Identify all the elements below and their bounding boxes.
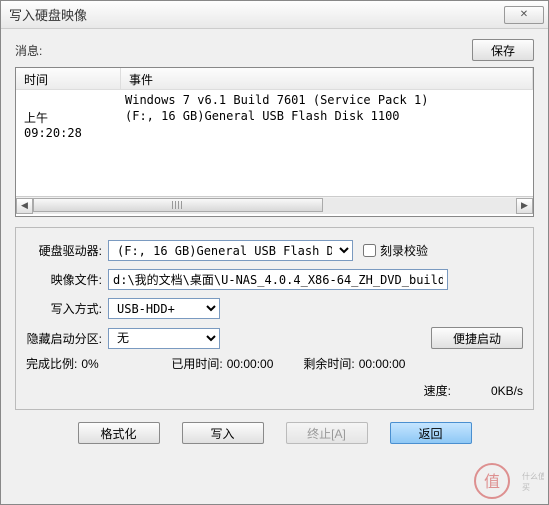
verify-label: 刻录校验 bbox=[380, 242, 428, 259]
drive-label: 硬盘驱动器: bbox=[26, 242, 108, 259]
return-button[interactable]: 返回 bbox=[390, 422, 472, 444]
abort-button[interactable]: 终止[A] bbox=[286, 422, 368, 444]
log-cell-time bbox=[16, 92, 121, 108]
log-cell-time: 上午 09:20:28 bbox=[16, 108, 121, 141]
speed-label: 速度: bbox=[424, 382, 451, 399]
log-row: 上午 09:20:28 (F:, 16 GB)General USB Flash… bbox=[16, 108, 533, 141]
image-path-input[interactable] bbox=[108, 269, 448, 290]
close-icon: ✕ bbox=[520, 9, 528, 20]
format-button[interactable]: 格式化 bbox=[78, 422, 160, 444]
progress-label: 完成比例: bbox=[26, 355, 77, 372]
write-method-select[interactable]: USB-HDD+ bbox=[108, 298, 220, 319]
scroll-left-arrow-icon[interactable]: ◀ bbox=[16, 198, 33, 214]
hide-partition-select[interactable]: 无 bbox=[108, 328, 220, 349]
horizontal-scrollbar[interactable]: ◀ ▶ bbox=[16, 196, 533, 214]
verify-checkbox[interactable] bbox=[363, 244, 376, 257]
svg-text:值: 值 bbox=[484, 473, 500, 491]
method-label: 写入方式: bbox=[26, 300, 108, 317]
remaining-label: 剩余时间: bbox=[303, 355, 354, 372]
svg-text:什么值得: 什么值得 bbox=[522, 471, 544, 481]
titlebar: 写入硬盘映像 ✕ bbox=[1, 1, 548, 29]
status-row: 完成比例: 0% 已用时间: 00:00:00 剩余时间: 00:00:00 bbox=[26, 355, 523, 372]
speed-value: 0KB/s bbox=[491, 384, 523, 398]
watermark-icon: 值 什么值得 买 bbox=[474, 462, 544, 500]
scroll-track[interactable] bbox=[33, 198, 516, 214]
speed-row: 速度: 0KB/s bbox=[26, 382, 523, 399]
dialog-window: 写入硬盘映像 ✕ 消息: 保存 时间 事件 Windows 7 v6.1 Bui… bbox=[0, 0, 549, 505]
method-row: 写入方式: USB-HDD+ bbox=[26, 298, 523, 319]
dialog-body: 消息: 保存 时间 事件 Windows 7 v6.1 Build 7601 (… bbox=[1, 29, 548, 454]
svg-text:买: 买 bbox=[522, 483, 530, 492]
log-cell-event: (F:, 16 GB)General USB Flash Disk 1100 bbox=[121, 108, 533, 141]
col-header-event[interactable]: 事件 bbox=[121, 68, 533, 89]
scroll-right-arrow-icon[interactable]: ▶ bbox=[516, 198, 533, 214]
elapsed-label: 已用时间: bbox=[171, 355, 222, 372]
log-header: 时间 事件 bbox=[16, 68, 533, 90]
log-row: Windows 7 v6.1 Build 7601 (Service Pack … bbox=[16, 92, 533, 108]
messages-label: 消息: bbox=[15, 42, 472, 59]
hide-partition-label: 隐藏启动分区: bbox=[26, 330, 108, 347]
drive-select[interactable]: (F:, 16 GB)General USB Flash Disk 1100 bbox=[108, 240, 353, 261]
image-label: 映像文件: bbox=[26, 271, 108, 288]
easy-boot-button[interactable]: 便捷启动 bbox=[431, 327, 523, 349]
log-box: 时间 事件 Windows 7 v6.1 Build 7601 (Service… bbox=[15, 67, 534, 217]
log-body: Windows 7 v6.1 Build 7601 (Service Pack … bbox=[16, 90, 533, 196]
scroll-grip-icon bbox=[172, 201, 184, 209]
write-button[interactable]: 写入 bbox=[182, 422, 264, 444]
hide-row: 隐藏启动分区: 无 便捷启动 bbox=[26, 327, 523, 349]
scroll-thumb[interactable] bbox=[33, 198, 323, 212]
action-button-row: 格式化 写入 终止[A] 返回 bbox=[15, 422, 534, 444]
image-row: 映像文件: bbox=[26, 269, 523, 290]
drive-row: 硬盘驱动器: (F:, 16 GB)General USB Flash Disk… bbox=[26, 240, 523, 261]
save-button[interactable]: 保存 bbox=[472, 39, 534, 61]
elapsed-value: 00:00:00 bbox=[227, 357, 274, 371]
window-title: 写入硬盘映像 bbox=[9, 5, 504, 24]
col-header-time[interactable]: 时间 bbox=[16, 68, 121, 89]
log-cell-event: Windows 7 v6.1 Build 7601 (Service Pack … bbox=[121, 92, 533, 108]
settings-group: 硬盘驱动器: (F:, 16 GB)General USB Flash Disk… bbox=[15, 227, 534, 410]
progress-value: 0% bbox=[81, 357, 141, 371]
messages-header-row: 消息: 保存 bbox=[15, 39, 534, 61]
remaining-value: 00:00:00 bbox=[359, 357, 406, 371]
verify-checkbox-wrap[interactable]: 刻录校验 bbox=[363, 242, 428, 259]
close-button[interactable]: ✕ bbox=[504, 6, 544, 24]
